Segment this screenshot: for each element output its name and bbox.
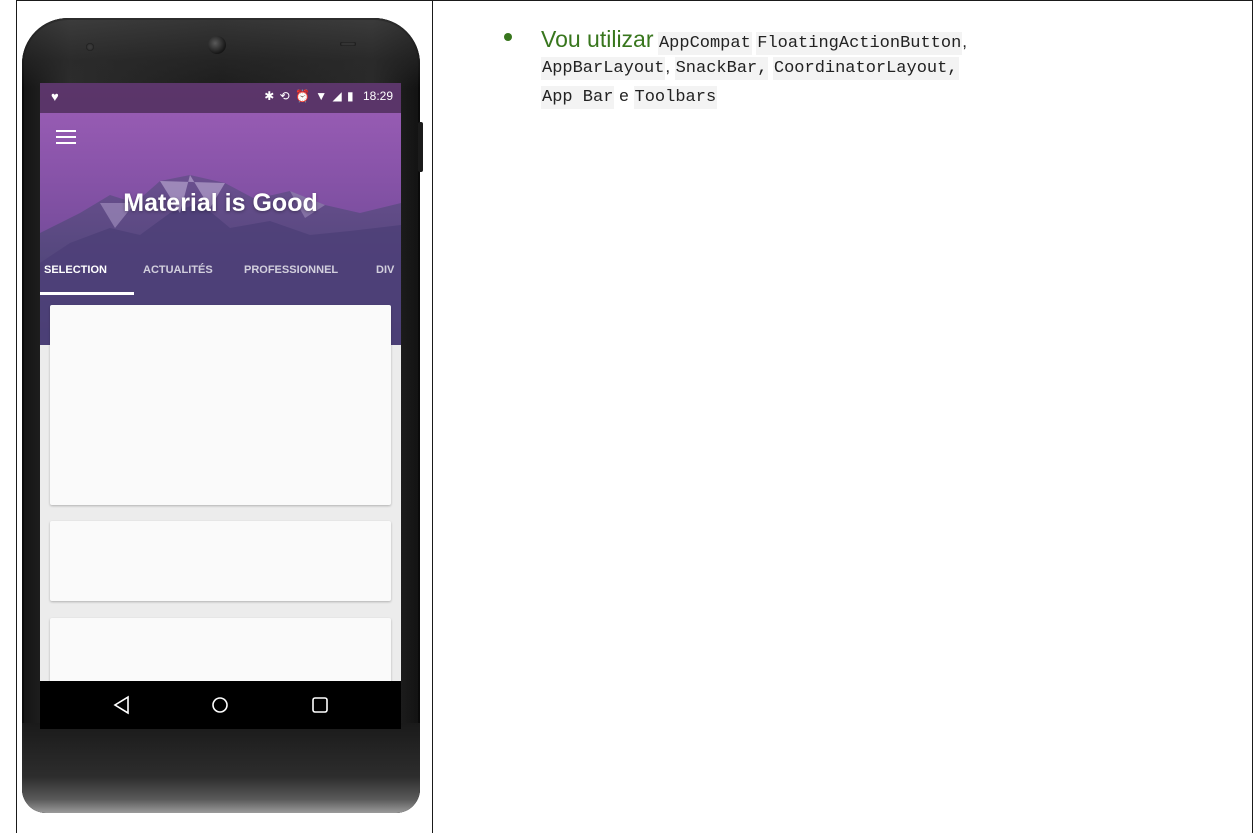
conjunction-e: e (618, 88, 630, 107)
phone-chin (22, 723, 420, 813)
note-line-2: AppBarLayout, SnackBar, CoordinatorLayou… (541, 57, 959, 80)
back-icon[interactable] (110, 693, 134, 717)
android-debug-icon: ♥ (51, 89, 59, 104)
code-toolbars: Toolbars (633, 86, 718, 109)
status-indicator-icons: ✱ ⟲ ⏰ ▼ ◢ ▮ (264, 89, 355, 103)
tab-bar: SELECTION ACTUALITÉS PROFESSIONNEL DIV (40, 258, 401, 298)
status-icons: ✱ ⟲ ⏰ ▼ ◢ ▮ 18:29 (264, 89, 393, 103)
table-left-border (16, 0, 17, 833)
code-appcompat: AppCompat (657, 32, 752, 55)
comma: , (665, 57, 671, 76)
note-line-1: Vou utilizar AppCompat FloatingActionBut… (541, 26, 968, 55)
code-floatingactionbutton: FloatingActionButton (756, 32, 963, 55)
phone-camera (208, 36, 226, 54)
note-lead: Vou utilizar (541, 26, 654, 52)
note-line-3: App Bar e Toolbars (541, 86, 718, 109)
phone-power-button (418, 122, 423, 172)
code-app-bar: App Bar (541, 86, 615, 109)
code-coordinatorlayout: CoordinatorLayout, (772, 57, 959, 80)
table-top-border (16, 0, 1253, 1)
content-card[interactable] (50, 521, 391, 601)
android-nav-bar (40, 681, 401, 729)
tab-divers[interactable]: DIV (376, 264, 394, 276)
status-bar: ♥ ✱ ⟲ ⏰ ▼ ◢ ▮ 18:29 (40, 83, 401, 113)
tab-professionnel[interactable]: PROFESSIONNEL (244, 264, 338, 276)
hamburger-menu-icon[interactable] (56, 130, 76, 146)
phone-speaker (340, 42, 356, 46)
code-appbarlayout: AppBarLayout (541, 57, 666, 80)
code-snackbar: SnackBar, (674, 57, 769, 80)
app-title: Material is Good (123, 189, 318, 217)
tab-selection[interactable]: SELECTION (44, 264, 107, 276)
bullet-dot (504, 33, 512, 41)
recents-icon[interactable] (308, 693, 332, 717)
phone-sensor (86, 43, 94, 51)
phone-screen: Material is Good SELECTION ACTUALITÉS PR… (40, 83, 401, 729)
active-tab-indicator (40, 292, 134, 295)
comma: , (962, 32, 968, 51)
status-time: 18:29 (362, 89, 393, 103)
content-card[interactable] (50, 305, 391, 505)
home-icon[interactable] (208, 693, 232, 717)
tab-actualites[interactable]: ACTUALITÉS (143, 264, 213, 276)
table-column-divider (432, 0, 433, 833)
